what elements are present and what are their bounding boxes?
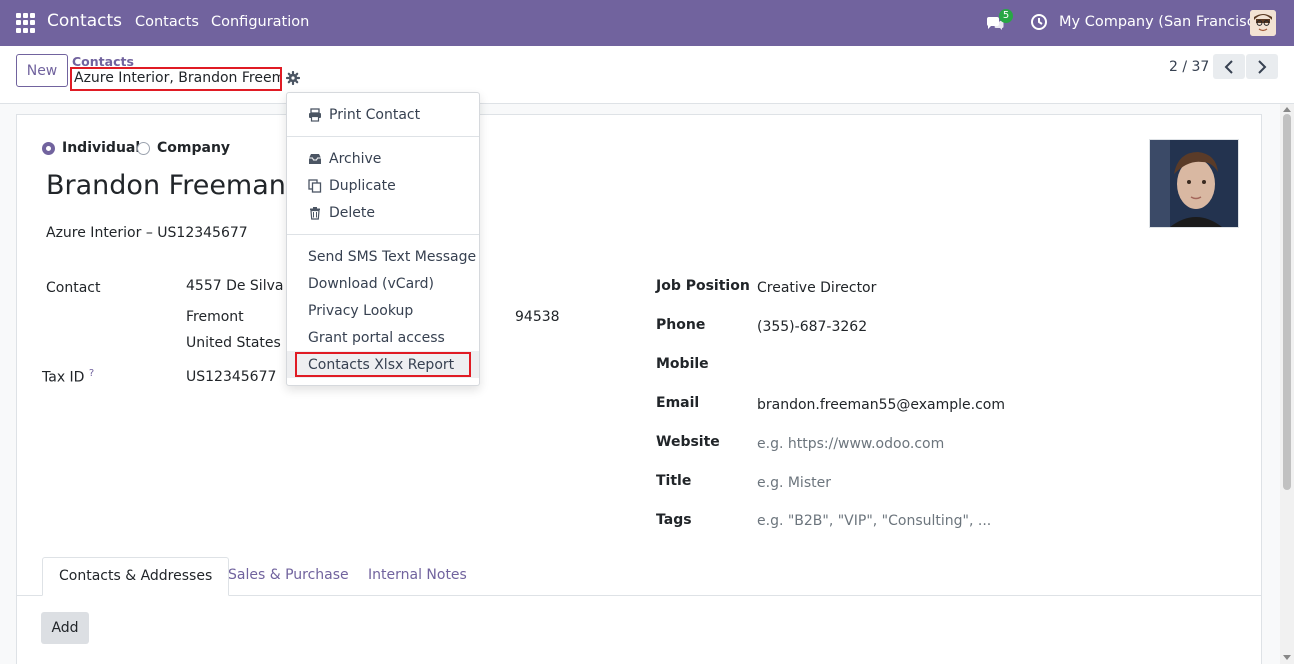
grant-portal-access-item[interactable]: Grant portal access (287, 324, 479, 351)
copy-icon (308, 178, 322, 193)
dropdown-divider (287, 234, 479, 235)
contact-name-field[interactable]: Brandon Freeman (46, 170, 286, 201)
radio-individual[interactable] (42, 142, 55, 155)
duplicate-item[interactable]: Duplicate (287, 172, 479, 199)
archive-icon (309, 153, 321, 164)
tags-field[interactable]: e.g. "B2B", "VIP", "Consulting", ... (757, 513, 991, 529)
city-field[interactable]: Fremont (186, 309, 244, 325)
tags-label: Tags (656, 512, 692, 528)
mobile-label: Mobile (656, 356, 709, 372)
contact-address-label: Contact (46, 280, 101, 296)
top-navbar: Contacts Contacts Configuration 5 My Com… (0, 0, 1294, 46)
chevron-right-icon (1258, 59, 1267, 74)
send-sms-item[interactable]: Send SMS Text Message (287, 243, 479, 270)
website-field[interactable]: e.g. https://www.odoo.com (757, 436, 944, 452)
add-contact-button[interactable]: Add (41, 612, 89, 644)
download-vcard-label: Download (vCard) (308, 275, 434, 292)
menu-configuration[interactable]: Configuration (211, 14, 309, 30)
job-position-field[interactable]: Creative Director (757, 280, 876, 296)
archive-item[interactable]: Archive (287, 145, 479, 172)
user-avatar[interactable] (1250, 10, 1276, 36)
archive-label: Archive (329, 150, 382, 167)
delete-item[interactable]: Delete (287, 199, 479, 226)
scrollbar-thumb[interactable] (1283, 114, 1291, 490)
title-field[interactable]: e.g. Mister (757, 475, 831, 491)
print-contact-label: Print Contact (329, 106, 421, 123)
print-icon (309, 107, 321, 122)
radio-individual-label[interactable]: Individual (62, 140, 140, 156)
contacts-xlsx-report-item[interactable]: Contacts Xlsx Report (287, 351, 479, 378)
radio-company-label[interactable]: Company (157, 140, 230, 156)
website-label: Website (656, 434, 720, 450)
tab-internal-notes[interactable]: Internal Notes (352, 557, 483, 596)
email-label: Email (656, 395, 700, 411)
action-dropdown-menu: Print Contact Archive Duplicate Delete S… (286, 92, 480, 386)
pager-next-button[interactable] (1246, 54, 1278, 79)
contact-photo[interactable] (1149, 139, 1239, 228)
menu-contacts[interactable]: Contacts (135, 14, 199, 30)
company-field[interactable]: Azure Interior – US12345677 (46, 225, 248, 241)
phone-label: Phone (656, 317, 706, 333)
scroll-up-arrow-icon[interactable] (1283, 107, 1291, 112)
pager-value[interactable]: 2 / 37 (1169, 59, 1209, 75)
highlight-box (295, 352, 471, 377)
privacy-lookup-label: Privacy Lookup (308, 302, 414, 319)
duplicate-label: Duplicate (329, 177, 396, 194)
clock-icon[interactable] (1030, 13, 1048, 31)
gear-icon[interactable] (286, 71, 300, 85)
vertical-scrollbar[interactable] (1280, 104, 1294, 664)
app-name[interactable]: Contacts (47, 11, 122, 31)
job-position-label: Job Position (656, 278, 750, 294)
zip-field[interactable]: 94538 (515, 309, 560, 325)
tax-id-label: Tax ID ? (42, 368, 94, 386)
chevron-left-icon (1224, 59, 1233, 74)
dropdown-divider (287, 136, 479, 137)
pager-previous-button[interactable] (1213, 54, 1245, 79)
print-contact-item[interactable]: Print Contact (287, 101, 479, 128)
title-label: Title (656, 473, 692, 489)
tab-sales-purchase[interactable]: Sales & Purchase (212, 557, 365, 596)
tax-id-field[interactable]: US12345677 (186, 369, 276, 385)
new-button[interactable]: New (16, 54, 68, 87)
help-icon[interactable]: ? (89, 368, 94, 379)
tax-id-label-text: Tax ID (42, 369, 85, 386)
privacy-lookup-item[interactable]: Privacy Lookup (287, 297, 479, 324)
grant-portal-access-label: Grant portal access (308, 329, 445, 346)
apps-grid-icon[interactable] (16, 13, 36, 33)
tab-contacts-addresses[interactable]: Contacts & Addresses (42, 557, 230, 596)
notebook-tabs: Contacts & Addresses Sales & Purchase In… (17, 557, 1261, 596)
form-sheet: Individual Company Brandon Freeman Azure… (16, 114, 1262, 664)
trash-icon (310, 206, 320, 220)
email-field[interactable]: brandon.freeman55@example.com (757, 397, 1005, 413)
messages-count-badge: 5 (999, 9, 1013, 23)
scroll-down-arrow-icon[interactable] (1283, 655, 1291, 660)
country-field[interactable]: United States (186, 335, 281, 351)
company-switcher[interactable]: My Company (San Francisco) (1059, 14, 1269, 30)
street-field[interactable]: 4557 De Silva St (186, 278, 302, 294)
download-vcard-item[interactable]: Download (vCard) (287, 270, 479, 297)
phone-field[interactable]: (355)-687-3262 (757, 319, 867, 335)
radio-company[interactable] (137, 142, 150, 155)
breadcrumb-current-record: Azure Interior, Brandon Freeman (70, 67, 282, 91)
control-panel: New Contacts Azure Interior, Brandon Fre… (0, 46, 1294, 104)
send-sms-label: Send SMS Text Message (308, 248, 477, 265)
delete-label: Delete (329, 204, 375, 221)
